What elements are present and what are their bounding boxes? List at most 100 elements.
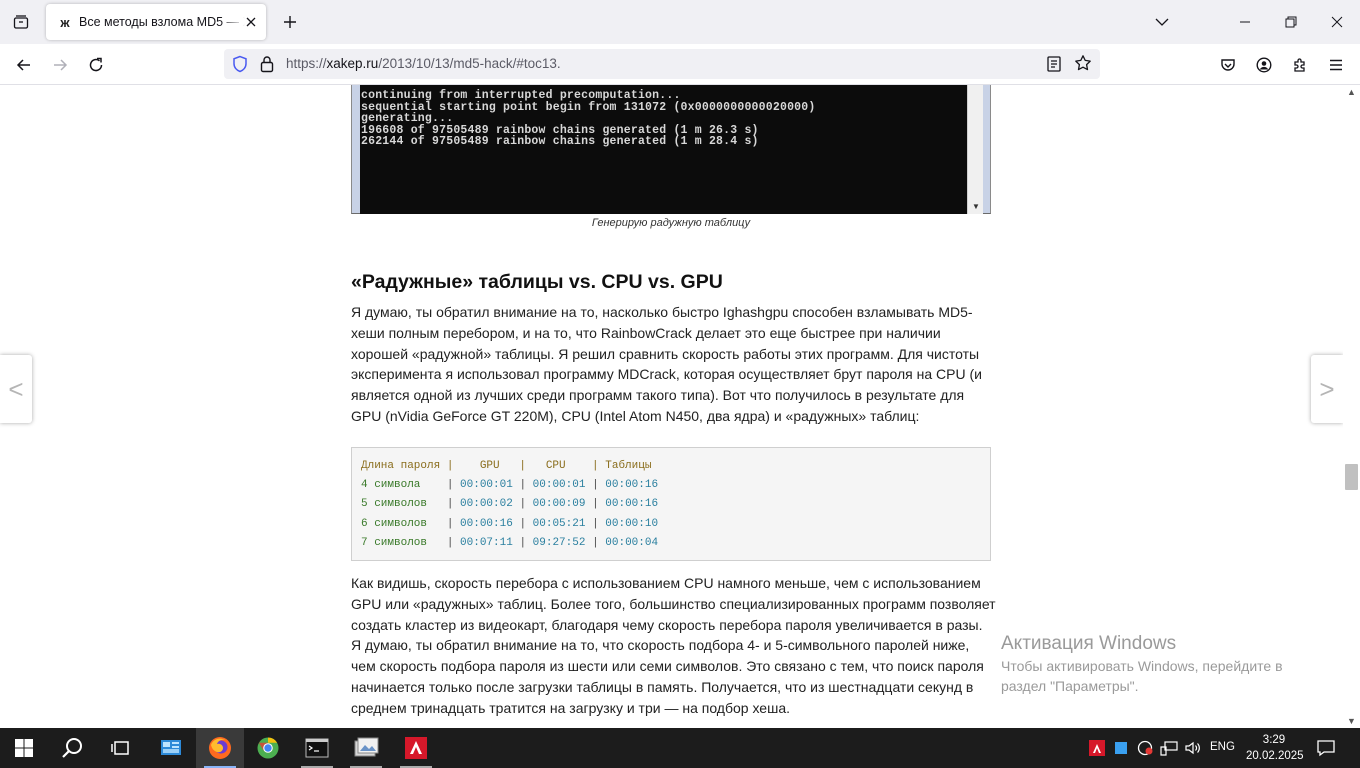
clock-time: 3:29 xyxy=(1262,734,1286,746)
chevron-down-icon xyxy=(1155,18,1169,26)
article-paragraph: Как видишь, скорость перебора с использо… xyxy=(351,575,996,716)
tab-list-button[interactable] xyxy=(8,9,34,35)
windows-taskbar: ENG 3:29 20.02.2025 xyxy=(0,728,1360,768)
console-window: continuing from interrupted precomputati… xyxy=(360,85,967,214)
search-icon xyxy=(62,738,82,758)
back-button[interactable] xyxy=(10,51,38,79)
new-tab-button[interactable] xyxy=(278,9,302,35)
windows-activation-watermark: Активация Windows Чтобы активировать Win… xyxy=(1001,632,1331,696)
page-scrollbar[interactable]: ▲ ▼ xyxy=(1343,85,1360,728)
windows-logo-icon xyxy=(15,739,33,757)
arrow-right-icon xyxy=(54,59,68,71)
shield-alert-icon xyxy=(1137,740,1153,756)
close-icon xyxy=(1331,16,1343,28)
watermark-title: Активация Windows xyxy=(1001,633,1177,654)
extensions-button[interactable] xyxy=(1286,51,1314,79)
console-scrollbar: ▼ xyxy=(967,85,983,214)
reader-view-button[interactable] xyxy=(1046,55,1062,78)
section-heading: «Радужные» таблицы vs. CPU vs. GPU xyxy=(351,271,723,293)
pocket-button[interactable] xyxy=(1214,51,1242,79)
list-all-tabs-button[interactable] xyxy=(1139,0,1185,44)
article-paragraph: Я думаю, ты обратил внимание на то, наск… xyxy=(351,304,982,424)
clock-date: 20.02.2025 xyxy=(1246,750,1304,762)
next-article-button[interactable]: > xyxy=(1311,355,1343,423)
prev-article-button[interactable]: < xyxy=(0,355,32,423)
tray-volume-icon[interactable] xyxy=(1184,739,1202,757)
tray-language[interactable]: ENG xyxy=(1210,741,1235,753)
notification-icon xyxy=(1317,740,1335,757)
minimize-icon xyxy=(1240,21,1250,23)
close-icon xyxy=(246,17,256,27)
firefox-icon xyxy=(209,737,231,759)
tray-clock[interactable]: 3:29 20.02.2025 xyxy=(1246,732,1304,764)
reader-view-icon xyxy=(1047,56,1061,72)
scrollbar-thumb[interactable] xyxy=(1345,464,1358,491)
puzzle-icon xyxy=(1294,58,1305,72)
control-panel-icon xyxy=(161,740,181,755)
page-content: continuing from interrupted precomputati… xyxy=(0,85,1343,728)
arrow-left-icon xyxy=(16,59,30,71)
restore-icon xyxy=(1285,16,1297,28)
tab-list-icon xyxy=(13,15,29,29)
taskbar-app-firefox[interactable] xyxy=(196,728,244,768)
site-favicon-icon: ж xyxy=(60,14,70,30)
reload-icon xyxy=(89,57,103,72)
tray-app-icon[interactable] xyxy=(1112,739,1130,757)
navigation-toolbar: https://xakep.ru/2013/10/13/md5-hack/#to… xyxy=(0,44,1360,85)
taskbar-app-amd[interactable] xyxy=(392,728,440,768)
pocket-icon xyxy=(1221,59,1235,71)
console-line: generating... xyxy=(361,112,454,125)
tab-strip: ж Все методы взлома MD5 — Хакер xyxy=(0,0,1360,44)
tray-network-icon[interactable] xyxy=(1160,739,1178,757)
triangle-up-icon[interactable]: ▲ xyxy=(1347,87,1356,97)
bookmark-button[interactable] xyxy=(1074,54,1092,77)
app-menu-button[interactable] xyxy=(1322,51,1350,79)
image-viewer-icon xyxy=(354,737,379,757)
taskbar-app-control-panel[interactable] xyxy=(147,728,195,768)
account-button[interactable] xyxy=(1250,51,1278,79)
task-view-button[interactable] xyxy=(96,728,144,768)
tab-close-button[interactable] xyxy=(242,13,260,31)
forward-button[interactable] xyxy=(46,51,74,79)
network-icon xyxy=(1160,741,1178,756)
address-bar[interactable]: https://xakep.ru/2013/10/13/md5-hack/#to… xyxy=(224,49,1100,79)
start-button[interactable] xyxy=(0,728,48,768)
hamburger-icon xyxy=(1330,59,1342,71)
shield-icon xyxy=(233,55,247,73)
console-screenshot: continuing from interrupted precomputati… xyxy=(351,85,991,214)
taskbar-app-explorer[interactable] xyxy=(342,728,390,768)
account-icon xyxy=(1256,57,1272,73)
taskbar-app-chrome[interactable] xyxy=(244,728,292,768)
close-window-button[interactable] xyxy=(1314,0,1360,44)
amd-icon xyxy=(1089,740,1105,756)
star-icon xyxy=(1075,55,1091,71)
notification-center-button[interactable] xyxy=(1316,738,1336,763)
url-text[interactable]: https://xakep.ru/2013/10/13/md5-hack/#to… xyxy=(286,56,561,71)
search-button[interactable] xyxy=(48,728,96,768)
code-table-row: 6 символов | 00:00:16 | 00:05:21 | 00:00… xyxy=(361,517,659,530)
amd-icon xyxy=(405,737,427,759)
active-tab[interactable]: ж Все методы взлома MD5 — Хакер xyxy=(46,4,266,40)
site-info-button[interactable] xyxy=(260,55,274,78)
lock-icon xyxy=(260,56,274,73)
tray-amd-icon[interactable] xyxy=(1088,739,1106,757)
code-block: Длина пароля | GPU | CPU | Таблицы 4 сим… xyxy=(351,447,991,561)
restore-button[interactable] xyxy=(1268,0,1314,44)
terminal-icon xyxy=(305,738,329,758)
tracking-protection-button[interactable] xyxy=(232,55,248,78)
taskbar-app-cmd[interactable] xyxy=(293,728,341,768)
url-path: /2013/10/13/md5-hack/#toc13. xyxy=(378,56,561,71)
watermark-subtitle: Чтобы активировать Windows, перейдите в … xyxy=(1001,658,1283,694)
code-table-row: 5 символов | 00:00:02 | 00:00:09 | 00:00… xyxy=(361,498,659,511)
triangle-down-icon: ▼ xyxy=(972,202,980,211)
minimize-button[interactable] xyxy=(1222,0,1268,44)
code-table-row: 4 символа | 00:00:01 | 00:00:01 | 00:00:… xyxy=(361,479,659,492)
triangle-down-icon[interactable]: ▼ xyxy=(1347,716,1356,726)
url-scheme: https:// xyxy=(286,56,327,71)
task-view-icon xyxy=(111,741,129,755)
browser-globe-icon xyxy=(257,737,279,759)
url-host: xakep.ru xyxy=(326,56,379,71)
image-caption: Генерирую радужную таблицу xyxy=(591,217,751,229)
tray-security-icon[interactable] xyxy=(1136,739,1154,757)
reload-button[interactable] xyxy=(82,51,110,79)
